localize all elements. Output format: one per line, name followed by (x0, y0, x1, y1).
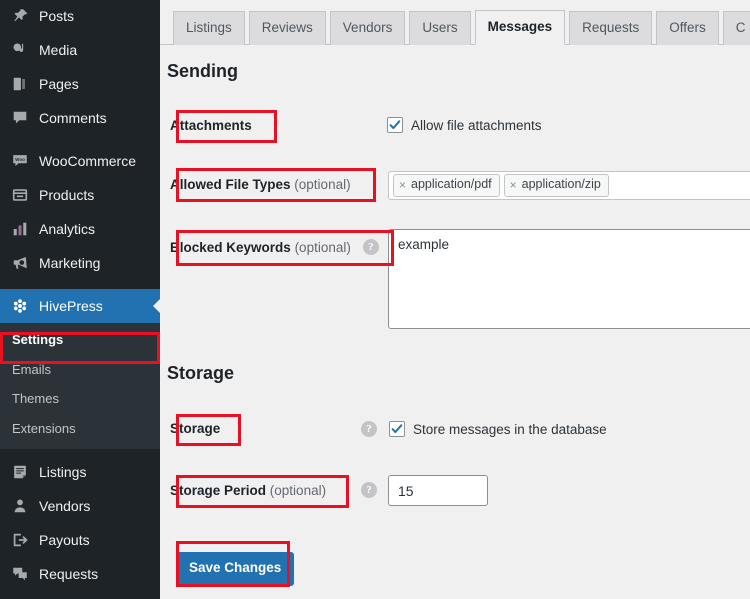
main-content: Listings Reviews Vendors Users Messages … (160, 0, 750, 599)
label-storage-period: Storage Period (optional) (170, 483, 326, 498)
sidebar-item-label: Requests (39, 566, 99, 582)
sidebar-item-marketing[interactable]: Marketing (0, 246, 160, 280)
sidebar-item-label: Analytics (39, 221, 96, 237)
tab-users[interactable]: Users (409, 10, 471, 45)
allow-file-attachments-label: Allow file attachments (411, 117, 542, 133)
hivepress-submenu: Settings Emails Themes Extensions (0, 323, 160, 449)
sidebar-item-label: Listings (39, 464, 87, 480)
row-blocked-keywords: Blocked Keywords (optional) ? (170, 239, 379, 255)
label-allowed-file-types-text: Allowed File Types (170, 177, 291, 192)
label-attachments: Attachments (170, 118, 252, 133)
tab-categories[interactable]: C (722, 10, 750, 45)
remove-tag-icon[interactable]: × (510, 178, 517, 193)
sidebar-item-pages[interactable]: Pages (0, 67, 160, 101)
sidebar-item-requests[interactable]: Requests (0, 557, 160, 591)
store-messages-checkbox[interactable] (389, 421, 405, 437)
pin-icon (10, 6, 30, 26)
hivepress-icon (10, 296, 30, 316)
submenu-item-emails[interactable]: Emails (0, 355, 160, 385)
label-allowed-file-types-optional: (optional) (294, 177, 351, 192)
sidebar-item-label: Vendors (39, 498, 91, 514)
file-type-tag-label: application/pdf (411, 177, 492, 192)
sidebar-item-woocommerce[interactable]: Woo WooCommerce (0, 144, 160, 178)
sidebar-item-label: Posts (39, 8, 75, 24)
remove-tag-icon[interactable]: × (399, 178, 406, 193)
label-storage: Storage (170, 421, 221, 436)
sidebar-item-label: Media (39, 42, 78, 58)
requests-icon (10, 564, 30, 584)
store-messages-label: Store messages in the database (413, 421, 607, 437)
blocked-keywords-textarea[interactable] (388, 229, 750, 329)
comments-icon (10, 108, 30, 128)
sidebar-item-label: Payouts (39, 532, 90, 548)
sidebar-item-listings[interactable]: Listings (0, 455, 160, 489)
sidebar-item-media[interactable]: Media (0, 33, 160, 67)
woocommerce-icon: Woo (10, 151, 30, 171)
tab-vendors[interactable]: Vendors (329, 10, 406, 45)
storage-period-input[interactable] (388, 475, 488, 506)
media-icon (10, 40, 30, 60)
marketing-icon (10, 253, 30, 273)
analytics-icon (10, 219, 30, 239)
tab-reviews[interactable]: Reviews (248, 10, 326, 45)
products-icon (10, 185, 30, 205)
label-blocked-keywords: Blocked Keywords (optional) (170, 240, 351, 255)
label-storage-period-text: Storage Period (170, 483, 267, 498)
svg-text:Woo: Woo (15, 157, 25, 162)
sidebar-item-label: Marketing (39, 255, 101, 271)
storage-period-help-icon[interactable]: ? (361, 482, 377, 498)
allow-file-attachments-checkbox[interactable] (387, 117, 403, 133)
save-changes-button[interactable]: Save Changes (176, 552, 295, 586)
submenu-item-extensions[interactable]: Extensions (0, 414, 160, 444)
label-storage-period-optional: (optional) (269, 483, 327, 498)
section-title-sending: Sending (167, 61, 238, 81)
blocked-keywords-help-icon[interactable]: ? (362, 239, 379, 255)
sidebar-item-label: WooCommerce (39, 153, 136, 169)
sidebar-item-posts[interactable]: Posts (0, 0, 160, 33)
file-type-tag: × application/zip (503, 174, 609, 197)
storage-help-icon[interactable]: ? (361, 421, 377, 437)
listings-icon (10, 462, 30, 482)
sidebar-item-analytics[interactable]: Analytics (0, 212, 160, 246)
row-attachments: Attachments (170, 118, 252, 133)
file-type-tag: × application/pdf (393, 174, 500, 197)
submenu-item-settings[interactable]: Settings (0, 325, 160, 355)
field-allow-file-attachments: Allow file attachments (387, 117, 542, 133)
sidebar-item-payouts[interactable]: Payouts (0, 523, 160, 557)
row-storage-period: Storage Period (optional) (170, 483, 326, 498)
section-title-storage: Storage (167, 363, 235, 383)
file-type-tag-label: application/zip (521, 177, 601, 192)
admin-sidebar: Posts Media Pages Comments Woo WooCommer… (0, 0, 160, 599)
tab-listings[interactable]: Listings (173, 10, 245, 45)
current-menu-arrow-icon (153, 298, 160, 314)
sidebar-separator-1 (0, 135, 160, 144)
sidebar-item-products[interactable]: Products (0, 178, 160, 212)
vendors-icon (10, 496, 30, 516)
sidebar-item-label: HivePress (39, 298, 103, 314)
label-blocked-keywords-optional: (optional) (294, 239, 351, 255)
label-blocked-keywords-text: Blocked Keywords (170, 239, 291, 255)
payouts-icon (10, 530, 30, 550)
sidebar-item-label: Pages (39, 76, 79, 92)
pages-icon (10, 74, 30, 94)
allowed-file-types-input[interactable]: × application/pdf × application/zip (388, 171, 750, 200)
label-allowed-file-types: Allowed File Types (optional) (170, 177, 351, 192)
wordpress-admin-screen: Posts Media Pages Comments Woo WooCommer… (0, 0, 750, 599)
submenu-item-themes[interactable]: Themes (0, 384, 160, 414)
tab-requests[interactable]: Requests (569, 10, 653, 45)
field-store-messages: ? Store messages in the database (361, 421, 607, 437)
sidebar-item-vendors[interactable]: Vendors (0, 489, 160, 523)
tab-messages[interactable]: Messages (474, 9, 566, 45)
settings-tabs: Listings Reviews Vendors Users Messages … (160, 0, 750, 45)
row-allowed-file-types: Allowed File Types (optional) (170, 177, 351, 192)
sidebar-item-label: Comments (39, 110, 107, 126)
sidebar-separator-2 (0, 280, 160, 289)
sidebar-item-label: Products (39, 187, 95, 203)
row-storage: Storage (170, 421, 220, 436)
sidebar-item-comments[interactable]: Comments (0, 101, 160, 135)
sidebar-item-hivepress[interactable]: HivePress (0, 289, 160, 323)
tab-offers[interactable]: Offers (656, 10, 719, 45)
